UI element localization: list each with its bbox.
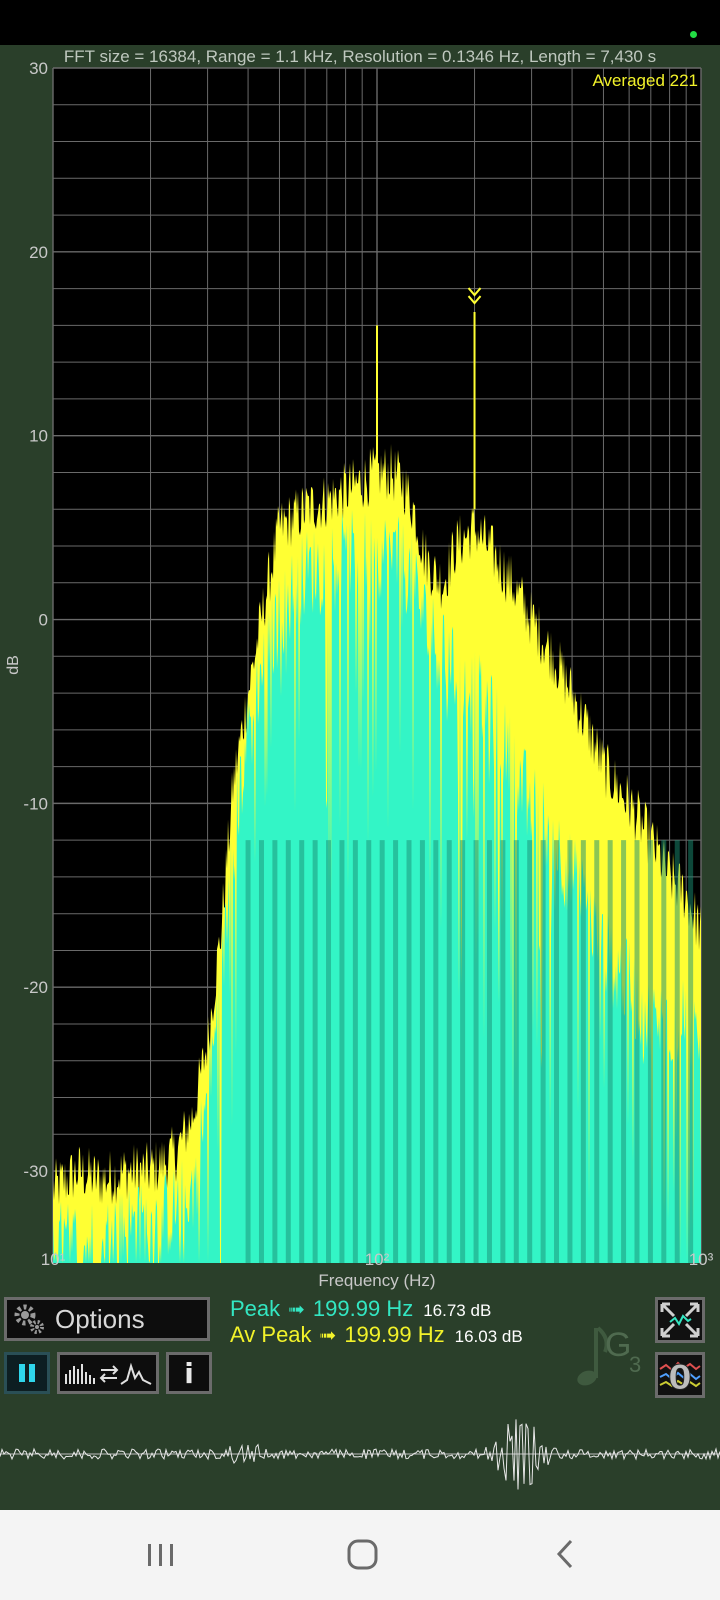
x-tick-label: 10² (365, 1250, 390, 1269)
nav-back-button[interactable] (535, 1532, 595, 1576)
y-tick-label: 0 (39, 611, 48, 630)
waveform-display (0, 1419, 720, 1490)
avpeak-frequency: 199.99 Hz (344, 1322, 445, 1347)
x-axis-label: Frequency (Hz) (318, 1271, 435, 1290)
options-label: Options (55, 1303, 145, 1334)
y-tick-labels: 30 20 10 0 -10 -20 -30 (23, 59, 48, 1181)
peak-label: Peak (230, 1296, 281, 1321)
average-peak-readout: Av Peak ➟ 199.99 Hz 16.03 dB (230, 1322, 523, 1348)
avpeak-label: Av Peak (230, 1322, 312, 1347)
home-icon (347, 1539, 378, 1570)
y-tick-label: 10 (29, 427, 48, 446)
zero-reset-icon: 0 (659, 1358, 701, 1399)
x-tick-label: 10³ (689, 1250, 714, 1269)
peak-db: 16.73 dB (423, 1301, 492, 1320)
recents-icon (148, 1544, 173, 1566)
info-button[interactable]: i (166, 1352, 212, 1394)
info-icon: i (184, 1356, 194, 1390)
pause-icon (19, 1364, 35, 1382)
spectrum-toggle-icon (65, 1362, 152, 1385)
peak-frequency: 199.99 Hz (312, 1296, 414, 1321)
note-octave: 3 (629, 1352, 642, 1377)
expand-icon (660, 1302, 700, 1338)
note-display: G 3 (575, 1318, 645, 1392)
gear-icon (11, 1301, 47, 1337)
zero-label: 0 (668, 1358, 692, 1395)
options-button[interactable]: Options (4, 1297, 210, 1341)
x-tick-label: 10¹ (41, 1250, 66, 1269)
pause-button[interactable] (4, 1352, 50, 1394)
nav-home-button[interactable] (333, 1532, 393, 1576)
avpeak-arrow-icon: ➟ (319, 1325, 337, 1347)
system-navigation-bar (0, 1510, 720, 1600)
y-tick-label: -30 (23, 1162, 48, 1181)
y-tick-label: -20 (23, 978, 48, 997)
view-toggle-button[interactable] (57, 1352, 159, 1394)
y-tick-label: 20 (29, 243, 48, 262)
back-icon (556, 1539, 573, 1569)
peak-readout: Peak ➟ 199.99 Hz 16.73 dB (230, 1296, 491, 1322)
app-screen: FFT size = 16384, Range = 1.1 kHz, Resol… (0, 0, 720, 1600)
peak-arrow-icon: ➟ (288, 1299, 305, 1321)
avpeak-db: 16.03 dB (454, 1327, 523, 1346)
y-axis-label: dB (5, 655, 22, 675)
spectrum-chart[interactable]: 3020100-10-20-30 10¹ 10² 10³ Averaged 221 … (0, 0, 720, 1290)
y-tick-label: -10 (23, 794, 48, 813)
fullscreen-button[interactable] (655, 1297, 705, 1343)
nav-recents-button[interactable] (131, 1532, 191, 1576)
averaged-count-label: Averaged 221 (592, 71, 698, 90)
zero-reset-button[interactable]: 0 (655, 1352, 705, 1399)
note-name: G (605, 1326, 632, 1364)
y-tick-label: 30 (29, 59, 48, 78)
